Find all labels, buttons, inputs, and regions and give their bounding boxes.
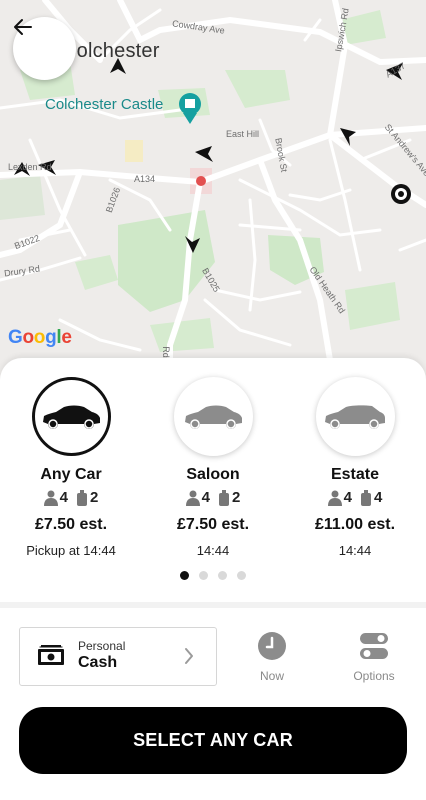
section-divider: [0, 602, 426, 608]
luggage-count: 2: [232, 489, 241, 506]
map-label-castle[interactable]: Colchester Castle: [45, 96, 163, 113]
toggles-icon: [360, 633, 388, 659]
vehicle-image-frame: [173, 377, 253, 456]
pickup-time-label: Now: [259, 669, 284, 683]
pagination-dot[interactable]: [237, 571, 246, 580]
vehicle-option-estate[interactable]: Estate 4 4 £11.00 est. 14:44: [290, 377, 420, 558]
luggage-icon: [361, 489, 371, 506]
select-car-button[interactable]: SELECT ANY CAR: [19, 707, 407, 774]
passenger-count: 4: [343, 489, 352, 506]
map-label-city: Colchester: [62, 40, 160, 62]
cash-icon: [38, 645, 64, 665]
booking-sheet: Any Car 4 2 £7.50 est. Pickup at 14:44 S…: [0, 358, 426, 800]
luggage-icon: [77, 489, 87, 506]
vehicle-name: Any Car: [40, 466, 102, 483]
map-view[interactable]: Colchester Colchester Castle Cowdray Ave…: [0, 0, 426, 390]
map-label-east-hill: East Hill: [226, 129, 260, 139]
vehicle-pickup-time: 14:44: [338, 543, 372, 558]
google-logo: Google: [8, 327, 72, 348]
passenger-icon: [185, 490, 200, 506]
vehicle-image-frame: [31, 377, 111, 456]
options-button[interactable]: Options: [339, 630, 409, 683]
vehicle-capacity: 4 2: [6, 489, 136, 506]
passenger-count: 4: [59, 489, 68, 506]
map-label-lexden-rd: Lexden Rd: [8, 162, 52, 172]
vehicle-image-frame: [315, 377, 395, 456]
pickup-time-button[interactable]: Now: [237, 630, 307, 683]
payment-method-selector[interactable]: Personal Cash: [19, 627, 217, 686]
options-label: Options: [353, 669, 395, 683]
payment-method-label: Cash: [78, 654, 118, 671]
car-icon: [43, 405, 100, 429]
luggage-count: 4: [374, 489, 383, 506]
car-icon: [325, 404, 385, 429]
passenger-icon: [327, 490, 342, 506]
back-button[interactable]: [13, 17, 76, 80]
passenger-count: 4: [201, 489, 210, 506]
vehicle-capacity: 4 4: [290, 489, 420, 506]
pagination-dot[interactable]: [199, 571, 208, 580]
pagination-dot[interactable]: [180, 571, 189, 580]
vehicle-option-saloon[interactable]: Saloon 4 2 £7.50 est. 14:44: [148, 377, 278, 558]
passenger-icon: [43, 490, 58, 506]
vehicle-price: £7.50 est.: [34, 516, 108, 533]
payment-account-type: Personal: [78, 639, 126, 653]
vehicle-pickup-time: 14:44: [196, 543, 230, 558]
luggage-icon: [219, 489, 229, 506]
carousel-pagination: [0, 571, 426, 580]
back-arrow-icon: [14, 19, 32, 35]
vehicle-name: Estate: [330, 466, 380, 483]
vehicle-capacity: 4 2: [148, 489, 278, 506]
vehicle-option-any-car[interactable]: Any Car 4 2 £7.50 est. Pickup at 14:44: [6, 377, 136, 558]
vehicle-pickup-time: Pickup at 14:44: [26, 543, 116, 558]
map-label-rd: Rd: [160, 346, 171, 358]
vehicle-price: £11.00 est.: [314, 516, 396, 533]
car-icon: [185, 405, 242, 429]
chevron-right-icon: [185, 648, 193, 664]
vehicle-name: Saloon: [186, 466, 240, 483]
clock-icon: [258, 632, 286, 660]
vehicle-price: £7.50 est.: [176, 516, 250, 533]
pagination-dot[interactable]: [218, 571, 227, 580]
luggage-count: 2: [90, 489, 99, 506]
map-label-a134: A134: [134, 174, 156, 184]
